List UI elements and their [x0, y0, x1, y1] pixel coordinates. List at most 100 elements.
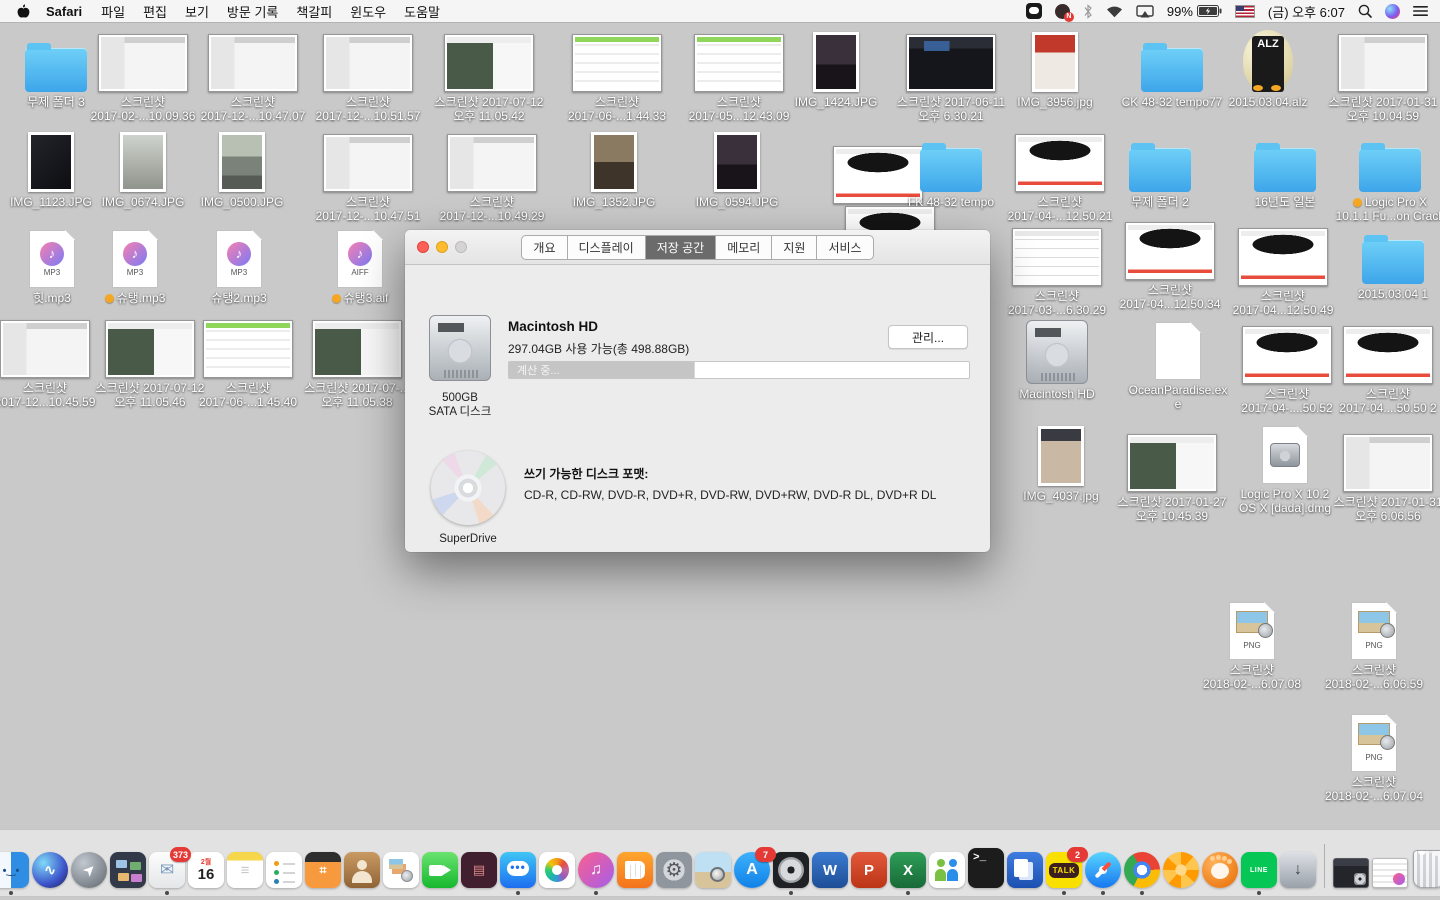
- menu-history[interactable]: 방문 기록: [218, 2, 287, 21]
- desktop-icon-macintosh-hd-volume[interactable]: Macintosh HD: [1002, 320, 1112, 401]
- apple-menu-icon[interactable]: [10, 4, 36, 19]
- active-app-name[interactable]: Safari: [36, 4, 92, 19]
- desktop-icon-shot-2017-12-105157[interactable]: 스크린샷 2017-12-...10.51.57: [313, 28, 423, 123]
- desktop-icon-png-2018-02-60704[interactable]: PNG 스크린샷 2018-02-...6.07.04: [1319, 708, 1429, 803]
- notification-center-icon[interactable]: [1413, 2, 1428, 20]
- desktop-icon-folder-ck-48-32[interactable]: CK 48-32 tempo77: [1117, 28, 1227, 109]
- desktop-icon-img-0674[interactable]: IMG_0674.JPG: [88, 128, 198, 209]
- desktop-icon-shot-2017-06-14433[interactable]: 스크린샷 2017-06-...1.44.33: [562, 28, 672, 123]
- desktop-icon-shot-2017-01-31-100459[interactable]: 스크린샷 2017-01-31 오후 10.04.59: [1328, 28, 1438, 123]
- dock-messages[interactable]: •••: [500, 852, 536, 888]
- desktop-icon-folder-fk-48-32[interactable]: FK 48-32 tempo: [896, 128, 1006, 209]
- dock-hancom[interactable]: [1007, 852, 1043, 888]
- dock-calendar[interactable]: 2월16: [188, 852, 224, 888]
- dock-photos[interactable]: [539, 852, 575, 888]
- line-status-icon[interactable]: [1026, 2, 1042, 20]
- dock-safari[interactable]: [1085, 852, 1121, 888]
- dock-mission-control[interactable]: [110, 852, 146, 888]
- desktop-icon-shot-2017-07-110538[interactable]: 스크린샷 2017-07-... 오후 11.05.38: [302, 314, 412, 409]
- desktop-icon-shot-2017-01-31-60656[interactable]: 스크린샷 2017-01-31 오후 6.06.56: [1333, 428, 1440, 523]
- desktop-icon-shot-2017-06-14540[interactable]: 스크린샷 2017-06-...1.45.40: [193, 314, 303, 409]
- desktop-icon-png-2018-02-60708[interactable]: PNG 스크린샷 2018-02-...6.07.08: [1197, 596, 1307, 691]
- dock-installer[interactable]: ↓: [1280, 852, 1316, 888]
- desktop-icon-folder-16-japan[interactable]: 16년도 일본: [1230, 128, 1340, 209]
- dock-launchpad[interactable]: ➤: [71, 852, 107, 888]
- desktop-icon-shot-2017-06-11[interactable]: 스크린샷 2017-06-11 오후 6.30.21: [896, 28, 1006, 123]
- dock-itunes[interactable]: ♫: [578, 852, 614, 888]
- menu-help[interactable]: 도움말: [395, 2, 449, 21]
- desktop-icon-shot-2017-12-104751[interactable]: 스크린샷 2017-12-...10.47.51: [313, 128, 423, 223]
- desktop-icon-shot-2017-02[interactable]: 스크린샷 2017-02-...10.09.36: [88, 28, 198, 123]
- desktop-icon-shot-2017-04-125021[interactable]: 스크린샷 2017-04-...12.50.21: [1005, 128, 1115, 223]
- menu-window[interactable]: 윈도우: [341, 2, 395, 21]
- desktop-icon-shot-2017-04-125034[interactable]: 스크린샷 2017-04...12.50.34: [1115, 216, 1225, 311]
- tab-displays[interactable]: 디스플레이: [568, 236, 646, 259]
- menu-file[interactable]: 파일: [92, 2, 134, 21]
- desktop-icon-shot-2017-04-125049[interactable]: 스크린샷 2017-04...12.50.49: [1228, 222, 1338, 317]
- dock-powerpoint[interactable]: P: [851, 852, 887, 888]
- dock-photo-booth[interactable]: ▤: [461, 852, 497, 888]
- desktop-icon-shot-2017-05-124309[interactable]: 스크린샷 2017-05...12.43.09: [684, 28, 794, 123]
- dock-calculator[interactable]: ⌗: [305, 852, 341, 888]
- desktop-icon-shot-2017-12-104929[interactable]: 스크린샷 2017-12-...10.49.29: [437, 128, 547, 223]
- tab-support[interactable]: 지원: [772, 236, 817, 259]
- dock-minwin-light[interactable]: [1372, 858, 1408, 888]
- dock-app-store[interactable]: A 7: [734, 852, 770, 888]
- dock-tangerine[interactable]: [1163, 852, 1199, 888]
- chat-notification-icon[interactable]: [1055, 2, 1070, 20]
- dock-siri[interactable]: ∿: [32, 852, 68, 888]
- menu-clock[interactable]: (금) 오후 6:07: [1268, 2, 1345, 21]
- dock-kakaotalk[interactable]: TALK 2: [1046, 852, 1082, 888]
- desktop-icon-img-1352[interactable]: IMG_1352.JPG: [559, 128, 669, 209]
- battery-indicator[interactable]: 99%: [1167, 2, 1222, 20]
- dock-logic-pro[interactable]: [773, 852, 809, 888]
- desktop-icon-audio-shutaeng3-aif[interactable]: ♪AIFF 슈탱3.aif: [305, 224, 415, 305]
- desktop-icon-shot-2017-01-27[interactable]: 스크린샷 2017-01-27 오후 10.45.39: [1117, 428, 1227, 523]
- desktop-icon-shot-2017-07-12-110542[interactable]: 스크린샷 2017-07-12 오후 11.05.42: [434, 28, 544, 123]
- manage-button[interactable]: 관리...: [888, 325, 968, 349]
- bluetooth-icon[interactable]: [1083, 2, 1093, 20]
- tab-storage[interactable]: 저장 공간: [646, 236, 717, 259]
- desktop-icon-logic-dmg[interactable]: Logic Pro X 10.2 OS X [dada].dmg: [1230, 420, 1340, 515]
- desktop-icon-shot-2017-04-5052[interactable]: 스크린샷 2017-04-....50.52: [1232, 320, 1342, 415]
- desktop-icon-oceanparadise-exe[interactable]: OceanParadise.ex e: [1123, 316, 1233, 411]
- desktop-icon-shot-2017-03-63029[interactable]: 스크린샷 2017-03-...6.30.29: [1002, 222, 1112, 317]
- dock-reminders[interactable]: [266, 852, 302, 888]
- desktop-icon-img-4037[interactable]: IMG_4037.jpg: [1006, 422, 1116, 503]
- desktop-icon-audio-shutaeng-mp3[interactable]: ♪MP3 슈탱.mp3: [80, 224, 190, 305]
- close-button[interactable]: [417, 241, 429, 253]
- tab-overview[interactable]: 개요: [522, 236, 567, 259]
- desktop-icon-shot-2017-07-12-110546[interactable]: 스크린샷 2017-07-12 오후 11.05.46: [95, 314, 205, 409]
- dock-line[interactable]: LINE: [1241, 852, 1277, 888]
- dock-facetime[interactable]: [422, 852, 458, 888]
- dock-image-capture[interactable]: [383, 852, 419, 888]
- airplay-display-icon[interactable]: [1136, 2, 1154, 20]
- desktop-icon-shot-2017-12-104707[interactable]: 스크린샷 2017-12-...10.47.07: [198, 28, 308, 123]
- desktop-icon-img-1424[interactable]: IMG_1424.JPG: [781, 28, 891, 109]
- desktop-icon-folder-2015-03-04-1[interactable]: 2015.03.04 1: [1338, 220, 1440, 301]
- dock-excel[interactable]: X: [890, 852, 926, 888]
- tab-service[interactable]: 서비스: [817, 236, 872, 259]
- desktop-icon-shot-2017-12-104559[interactable]: 스크린샷 2017-12...10.45.59: [0, 314, 100, 409]
- dock-gom[interactable]: [1202, 852, 1238, 888]
- dock-trash[interactable]: [1411, 850, 1440, 888]
- wifi-icon[interactable]: [1106, 2, 1123, 20]
- dock-word[interactable]: W: [812, 852, 848, 888]
- dock-terminal[interactable]: >_: [968, 848, 1004, 888]
- dock-preview[interactable]: [695, 852, 731, 888]
- dock-minwin-dark[interactable]: [1333, 858, 1369, 888]
- siri-icon[interactable]: [1385, 2, 1400, 20]
- dock-chrome[interactable]: [1124, 852, 1160, 888]
- desktop-icon-alz-2015-03-04[interactable]: ALZ 2015.03.04.alz: [1213, 28, 1323, 109]
- menu-edit[interactable]: 편집: [134, 2, 176, 21]
- dock-system-preferences[interactable]: ⚙: [656, 852, 692, 888]
- desktop-icon-folder-untitled-2[interactable]: 무제 폴더 2: [1105, 128, 1215, 209]
- desktop-icon-img-0594[interactable]: IMG_0594.JPG: [682, 128, 792, 209]
- menu-bookmarks[interactable]: 책갈피: [287, 2, 341, 21]
- desktop-icon-img-0500[interactable]: IMG_0500.JPG: [187, 128, 297, 209]
- spotlight-icon[interactable]: [1358, 2, 1372, 20]
- window-title-bar[interactable]: 개요디스플레이저장 공간메모리지원서비스: [405, 230, 990, 265]
- desktop-icon-img-3956[interactable]: IMG_3956.jpg: [1000, 28, 1110, 109]
- desktop-icon-audio-shutaeng2-mp3[interactable]: ♪MP3 슈탱2.mp3: [184, 224, 294, 305]
- dock-notes[interactable]: ≡: [227, 852, 263, 888]
